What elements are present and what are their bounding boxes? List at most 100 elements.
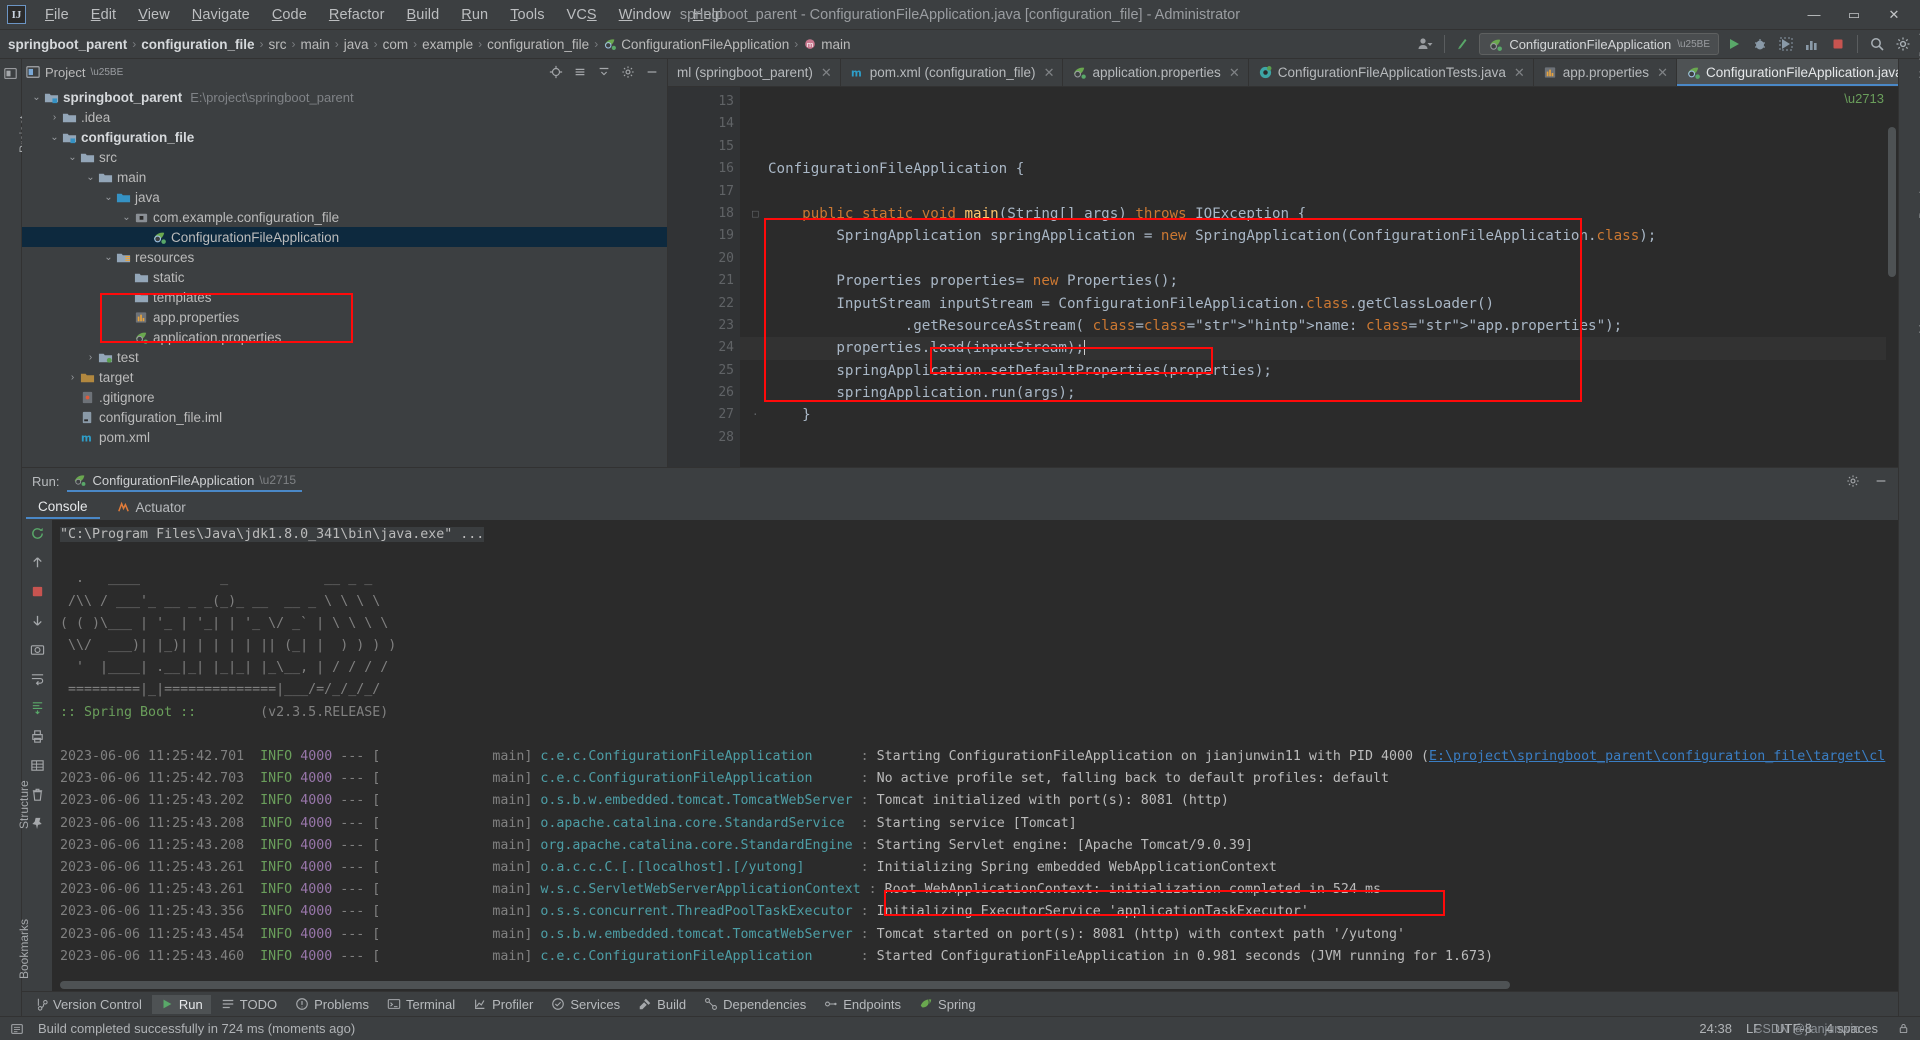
tool-window-version-control[interactable]: Version Control — [26, 995, 150, 1014]
console-tab-actuator[interactable]: Actuator — [104, 497, 198, 518]
tree-node-test[interactable]: › test — [22, 347, 667, 367]
code-line-24[interactable]: properties.load(inputStream); — [740, 337, 1898, 360]
maximize-button[interactable]: ▭ — [1834, 0, 1874, 29]
close-button[interactable]: ✕ — [1874, 0, 1914, 29]
breadcrumb-item-main[interactable]: main — [301, 37, 330, 52]
tree-node-java[interactable]: ⌄ java — [22, 187, 667, 207]
code-line-23[interactable]: .getResourceAsStream( class=class="str">… — [740, 315, 1898, 337]
scrollbar-thumb[interactable] — [60, 981, 1510, 989]
run-configuration-selector[interactable]: ConfigurationFileApplication \u25BE — [1479, 33, 1719, 55]
console-tabs[interactable]: Console Actuator — [22, 494, 1898, 520]
tree-node-src[interactable]: ⌄ src — [22, 147, 667, 167]
code-line-13[interactable] — [740, 91, 1898, 113]
tool-window-build[interactable]: Build — [630, 995, 694, 1014]
code-line-15[interactable] — [740, 136, 1898, 158]
expand-all-icon[interactable] — [593, 61, 615, 83]
soft-wrap-icon[interactable] — [28, 669, 46, 687]
editor-code[interactable]: ConfigurationFileApplication {□ public s… — [740, 87, 1898, 467]
code-fold-icon[interactable]: □ — [752, 203, 759, 225]
tree-expander-icon[interactable]: › — [48, 112, 61, 123]
gutter-line-17[interactable]: 17 — [668, 181, 740, 203]
inspection-ok-icon[interactable]: \u2713 — [1844, 91, 1884, 106]
close-icon[interactable]: ✕ — [1044, 65, 1055, 81]
code-line-25[interactable]: springApplication.setDefaultProperties(p… — [740, 360, 1898, 382]
tree-expander-icon[interactable]: ⌄ — [102, 192, 115, 203]
code-line-14[interactable] — [740, 113, 1898, 135]
project-tool-icon[interactable] — [4, 65, 18, 80]
debug-icon[interactable] — [1749, 33, 1771, 55]
close-icon[interactable]: \u2715 — [259, 473, 296, 487]
breadcrumb-item-configurationfileapplication[interactable]: ConfigurationFileApplication — [603, 37, 789, 52]
tree-node-target[interactable]: › target — [22, 367, 667, 387]
bottom-tool-window-bar[interactable]: Version Control Run TODO Problems Terminal Pr… — [22, 991, 1898, 1016]
breadcrumb-item-com[interactable]: com — [383, 37, 409, 52]
menu-vcs[interactable]: VCS — [556, 3, 608, 27]
code-line-21[interactable]: Properties properties= new Properties(); — [740, 270, 1898, 292]
menu-tools[interactable]: Tools — [499, 3, 555, 27]
tree-node-static[interactable]: static — [22, 267, 667, 287]
tool-window-dependencies[interactable]: Dependencies — [696, 995, 814, 1014]
settings-icon[interactable] — [1892, 33, 1914, 55]
breadcrumb-item-example[interactable]: example — [422, 37, 473, 52]
gutter-line-15[interactable]: 15 — [668, 136, 740, 158]
console-tab-console[interactable]: Console — [26, 496, 100, 519]
gutter-line-19[interactable]: 19 — [668, 225, 740, 247]
gear-icon[interactable] — [617, 61, 639, 83]
breadcrumb-item-springboot-parent[interactable]: springboot_parent — [8, 37, 127, 52]
stop-icon[interactable] — [28, 582, 46, 600]
menu-window[interactable]: Window — [608, 3, 682, 27]
minimize-button[interactable]: — — [1794, 0, 1834, 29]
tree-node-configurationfileapplication[interactable]: ConfigurationFileApplication — [22, 227, 667, 247]
gutter-line-26[interactable]: 26 — [668, 382, 740, 404]
menu-refactor[interactable]: Refactor — [318, 3, 396, 27]
tool-window-problems[interactable]: Problems — [287, 995, 377, 1014]
run-icon[interactable] — [1723, 33, 1745, 55]
menu-help[interactable]: Help — [682, 3, 734, 27]
tree-expander-icon[interactable]: › — [66, 372, 79, 383]
close-icon[interactable]: ✕ — [1657, 65, 1668, 81]
editor-tabs[interactable]: ml (springboot_parent) ✕ m pom.xml (configu… — [668, 59, 1898, 87]
code-line-17[interactable] — [740, 181, 1898, 203]
tool-window-services[interactable]: Services — [543, 995, 628, 1014]
tool-window-run[interactable]: Run — [151, 994, 211, 1014]
tool-window-terminal[interactable]: Terminal — [379, 995, 463, 1014]
editor-tab-pom-xml-configuration-file-[interactable]: m pom.xml (configuration_file) ✕ — [841, 59, 1064, 86]
profiler-icon[interactable] — [1801, 33, 1823, 55]
tree-node-configuration-file-iml[interactable]: configuration_file.iml — [22, 407, 667, 427]
editor-vertical-scrollbar[interactable] — [1886, 87, 1898, 467]
tree-expander-icon[interactable]: ⌄ — [102, 252, 115, 263]
code-fold-end-icon[interactable]: · — [752, 404, 759, 426]
tree-node-pom-xml[interactable]: m pom.xml — [22, 427, 667, 447]
code-line-20[interactable] — [740, 248, 1898, 270]
code-line-27[interactable]: · } — [740, 404, 1898, 426]
code-line-18[interactable]: □ public static void main(String[] args)… — [740, 203, 1898, 225]
gutter-line-28[interactable]: 28 — [668, 427, 740, 449]
hide-panel-icon[interactable] — [641, 61, 663, 83]
caret-position[interactable]: 24:38 — [1699, 1021, 1732, 1036]
breadcrumb-item-main[interactable]: m main — [803, 37, 851, 52]
gutter-line-23[interactable]: 23 — [668, 315, 740, 337]
close-icon[interactable]: ✕ — [1514, 65, 1525, 81]
gutter-line-21[interactable]: 21 — [668, 270, 740, 292]
stop-icon[interactable] — [1827, 33, 1849, 55]
event-log-icon[interactable] — [6, 1018, 28, 1040]
gutter-line-24[interactable]: 24 — [668, 337, 740, 359]
menu-edit[interactable]: Edit — [80, 3, 127, 27]
gutter-line-25[interactable]: 25 — [668, 360, 740, 382]
left-rail-label-structure[interactable]: Structure — [17, 780, 31, 829]
collapse-all-icon[interactable] — [569, 61, 591, 83]
table-icon[interactable] — [28, 756, 46, 774]
run-configuration-tab[interactable]: ConfigurationFileApplication \u2715 — [67, 471, 303, 492]
code-line-28[interactable] — [740, 427, 1898, 449]
left-rail-label-bookmarks[interactable]: Bookmarks — [17, 919, 31, 979]
gutter-line-14[interactable]: 14 — [668, 113, 740, 135]
editor-tab-application-properties[interactable]: application.properties ✕ — [1063, 59, 1249, 86]
lock-icon[interactable] — [1892, 1018, 1914, 1040]
locate-file-icon[interactable] — [545, 61, 567, 83]
hide-panel-icon[interactable] — [1870, 470, 1892, 492]
tree-node-main[interactable]: ⌄ main — [22, 167, 667, 187]
code-line-22[interactable]: InputStream inputStream = ConfigurationF… — [740, 293, 1898, 315]
code-line-19[interactable]: SpringApplication springApplication = ne… — [740, 225, 1898, 247]
editor-gutter[interactable]: 13 14 15 16 17 18 19 20 21 22 23 24 25 26 27 28 — [668, 87, 781, 467]
breadcrumb-item-src[interactable]: src — [269, 37, 287, 52]
